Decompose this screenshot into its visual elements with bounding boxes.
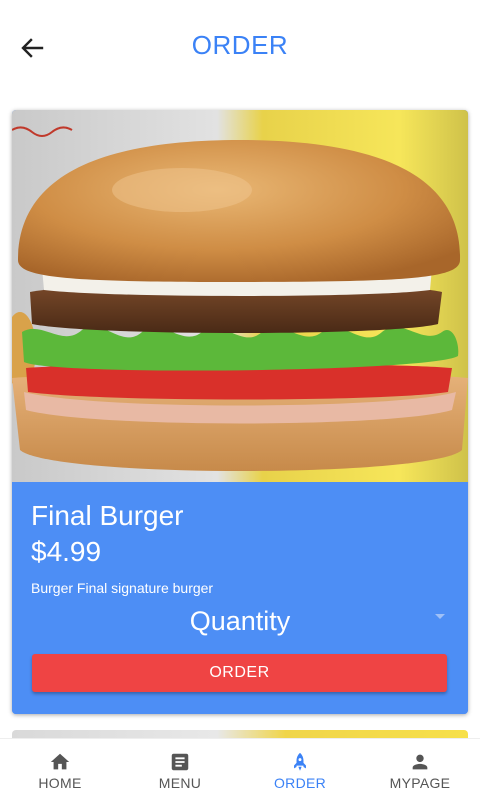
page-title: ORDER	[191, 30, 289, 60]
nav-item-menu[interactable]: MENU	[120, 739, 240, 800]
rocket-icon	[294, 752, 306, 771]
nav-label-menu: MENU	[158, 775, 202, 791]
product-description: Burger Final signature burger	[31, 580, 214, 596]
nav-label-home: HOME	[38, 775, 82, 791]
menu-list-icon	[171, 753, 189, 771]
nav-item-home[interactable]: HOME	[0, 739, 120, 800]
quantity-label: Quantity	[189, 606, 291, 636]
order-button[interactable]: ORDER	[32, 654, 447, 692]
bottom-navigation: HOME MENU ORDER MYPAGE	[0, 738, 480, 800]
nav-label-order: ORDER	[273, 775, 327, 791]
dropdown-caret-icon	[435, 614, 445, 619]
app-bar: ORDER	[0, 0, 480, 94]
product-name: Final Burger	[31, 500, 184, 531]
nav-label-mypage: MYPAGE	[389, 775, 451, 791]
order-screen: ORDER Final Burger $4.99 Burger Final si…	[0, 0, 480, 800]
product-card: Final Burger $4.99 Burger Final signatur…	[12, 110, 468, 714]
person-icon	[412, 754, 428, 770]
home-icon	[50, 753, 70, 770]
product-price: $4.99	[31, 536, 102, 567]
quantity-select[interactable]: Quantity	[31, 600, 449, 642]
nav-item-mypage[interactable]: MYPAGE	[360, 739, 480, 800]
nav-item-order[interactable]: ORDER	[240, 739, 360, 800]
burger-image	[12, 110, 468, 482]
product-info: Final Burger $4.99 Burger Final signatur…	[12, 482, 468, 714]
